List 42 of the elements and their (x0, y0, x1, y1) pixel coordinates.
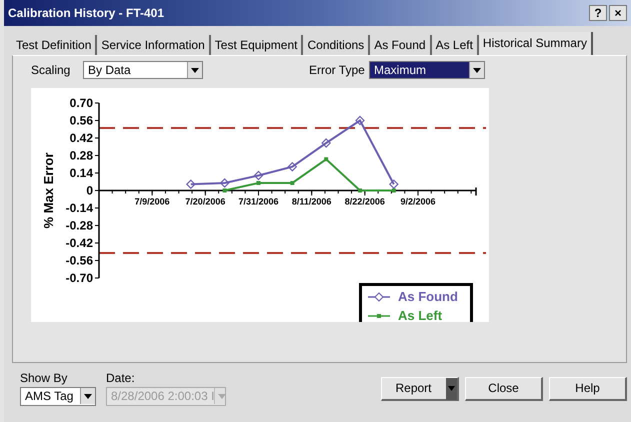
y-tick-label: 0.42 (70, 131, 93, 146)
x-tick-label: 7/9/2006 (134, 196, 170, 207)
data-point (290, 181, 294, 186)
dialog-button[interactable]: Help (549, 376, 627, 401)
y-tick-label: -0.28 (66, 218, 93, 233)
dialog-button[interactable]: Close (465, 376, 543, 401)
date-label: Date: (106, 370, 136, 387)
legend-marker-icon (368, 292, 390, 302)
error-type-label: Error Type (309, 62, 366, 80)
title-bar-button[interactable]: ? (589, 4, 607, 21)
error-type-dropdown[interactable]: Maximum (369, 61, 485, 80)
scaling-label: Scaling (31, 62, 72, 80)
x-tick-label: 9/2/2006 (400, 196, 436, 207)
data-point (186, 180, 196, 190)
y-tick-label: 0.70 (70, 96, 93, 110)
y-tick-label: 0.14 (70, 166, 93, 180)
scaling-dropdown[interactable]: By Data (83, 61, 203, 80)
x-tick-label: 7/31/2006 (238, 196, 279, 207)
tab[interactable]: Historical Summary (478, 32, 593, 56)
legend-label: As Found (398, 288, 458, 306)
dialog-button[interactable]: Report (381, 376, 459, 401)
show-by-dropdown[interactable]: AMS Tag (20, 386, 96, 406)
title-bar-button[interactable]: × (609, 4, 627, 21)
x-tick-label: 8/11/2006 (292, 196, 332, 207)
x-tick-label: 8/22/2006 (344, 196, 385, 207)
y-axis-label: % Max Error (41, 152, 56, 229)
window-title: Calibration History - FT-401 (8, 4, 164, 22)
y-tick-label: 0.56 (70, 114, 93, 128)
data-point (324, 158, 328, 162)
y-tick-label: -0.70 (66, 271, 93, 286)
y-tick-label: -0.56 (66, 254, 93, 268)
data-point (355, 116, 365, 126)
y-tick-label: -0.14 (66, 201, 93, 216)
data-point (287, 162, 298, 172)
data-point (358, 188, 362, 193)
y-tick-label: 0 (86, 184, 93, 198)
show-by-label: Show By (20, 370, 68, 387)
y-tick-label: 0.28 (70, 148, 93, 163)
legend-label: As Left (398, 307, 442, 322)
x-tick-label: 7/20/2006 (185, 196, 226, 207)
y-tick-label: -0.42 (66, 236, 93, 250)
data-point (321, 138, 332, 148)
